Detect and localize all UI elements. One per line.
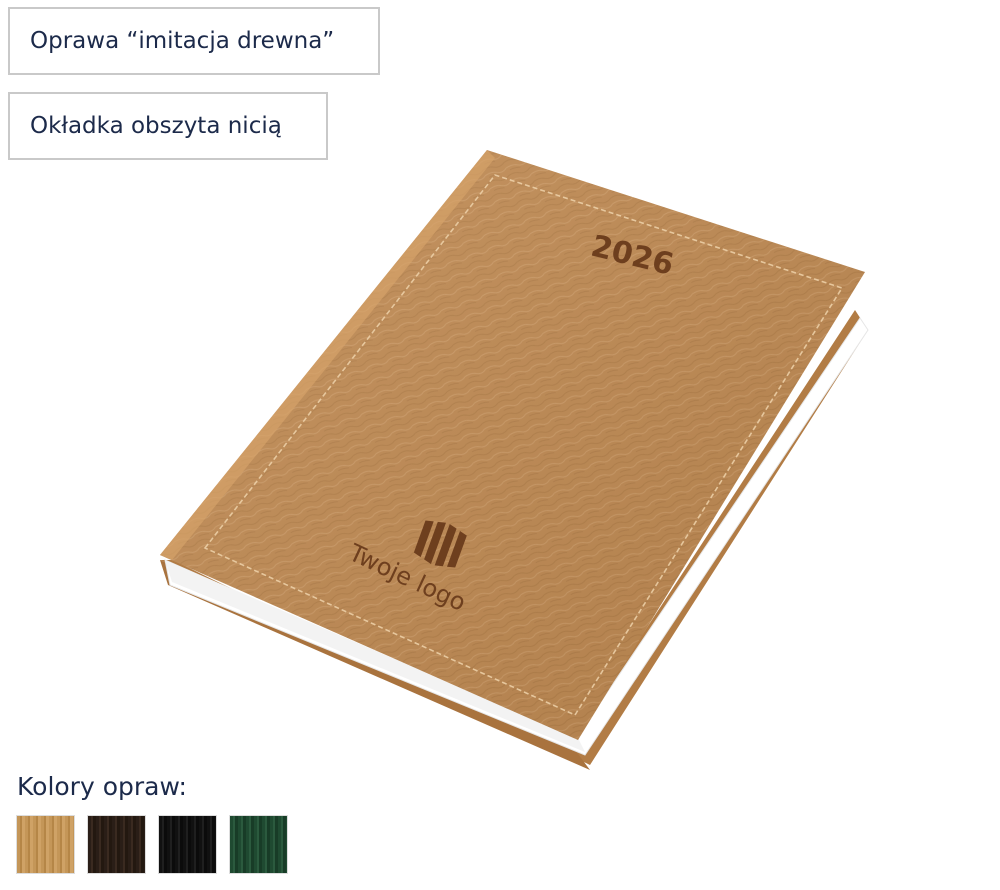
- swatch-wood[interactable]: [16, 815, 75, 874]
- color-swatches: [16, 815, 288, 874]
- swatch-dark-green[interactable]: [229, 815, 288, 874]
- swatch-dark-brown[interactable]: [87, 815, 146, 874]
- planner-product-image: 2026 Twoje logo: [160, 150, 869, 770]
- swatch-black[interactable]: [158, 815, 217, 874]
- front-cover-shade: [160, 150, 865, 740]
- cover-colors-title: Kolory opraw:: [17, 772, 187, 801]
